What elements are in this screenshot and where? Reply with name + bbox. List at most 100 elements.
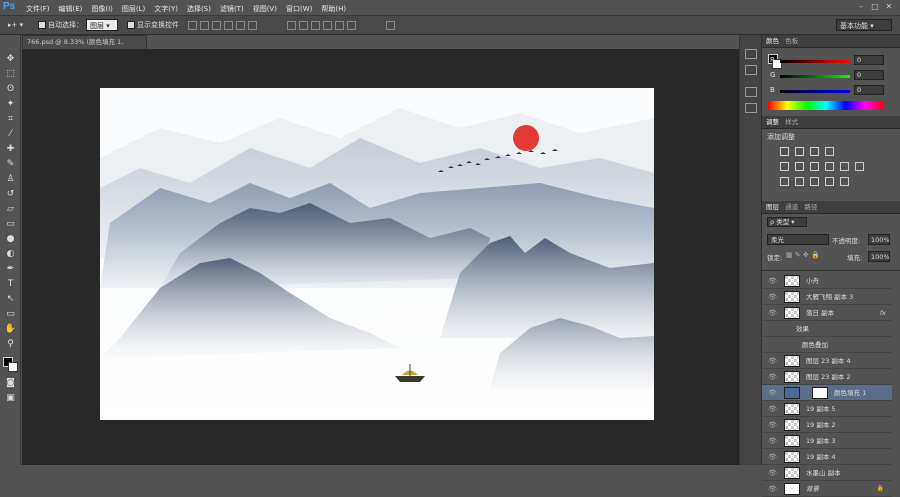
pen-tool-icon[interactable]: ✒ [4,263,17,276]
quick-mask-icon[interactable]: ◙ [4,377,17,390]
green-value-field[interactable]: 0 [854,70,884,80]
visibility-eye-icon[interactable]: 👁 [768,449,777,465]
threshold-icon[interactable] [810,177,819,186]
auto-select-dropdown[interactable]: 图层 ▾ [86,19,118,31]
layer-row[interactable]: 👁 19 副本 2 [762,417,892,433]
magic-wand-tool-icon[interactable]: ✦ [4,98,17,111]
tab-adjustments[interactable]: 调整 [766,118,779,126]
tab-styles[interactable]: 样式 [785,118,798,126]
minimize-icon[interactable]: – [854,2,868,11]
shape-tool-icon[interactable]: ▭ [4,308,17,321]
menu-item[interactable]: 图像(I) [91,4,113,14]
menu-item[interactable]: 文字(Y) [154,4,178,14]
auto-align-icon[interactable] [386,19,398,31]
crop-tool-icon[interactable]: ⌗ [4,113,17,126]
gradient-map-icon[interactable] [825,177,834,186]
screen-mode-icon[interactable]: ▣ [4,392,17,405]
curves-icon[interactable] [810,147,819,156]
visibility-eye-icon[interactable]: 👁 [768,369,777,385]
paragraph-panel-icon[interactable] [745,103,757,113]
eyedropper-tool-icon[interactable]: ⁄ [4,128,17,141]
blue-value-field[interactable]: 0 [854,85,884,95]
workspace-switcher[interactable]: 基本功能 ▾ [836,19,892,31]
healing-brush-tool-icon[interactable]: ✚ [4,143,17,156]
align-left-icon[interactable] [224,20,233,30]
align-vcenter-icon[interactable] [200,20,209,30]
marquee-tool-icon[interactable]: ⬚ [4,68,17,81]
visibility-eye-icon[interactable]: 👁 [768,401,777,417]
posterize-icon[interactable] [795,177,804,186]
close-icon[interactable]: ✕ [882,2,896,11]
layer-fx-badge[interactable]: fx [880,305,886,321]
eraser-tool-icon[interactable]: ▱ [4,203,17,216]
hue-saturation-icon[interactable] [795,162,804,171]
layer-row[interactable]: 👁 水墨山 副本 [762,465,892,481]
lasso-tool-icon[interactable]: ʘ [4,83,17,96]
auto-select-checkbox[interactable]: 自动选择： [38,19,83,31]
tab-paths[interactable]: 路径 [804,203,817,211]
layer-kind-filter[interactable]: ρ 类型 ▾ [767,217,807,227]
character-panel-icon[interactable] [745,87,757,97]
layer-row[interactable]: 👁 小舟 [762,273,892,289]
menu-item[interactable]: 图层(L) [122,4,145,14]
align-hcenter-icon[interactable] [236,20,245,30]
layer-row[interactable]: 👁 图层 23 副本 2 [762,369,892,385]
tab-color[interactable]: 颜色 [766,37,779,45]
history-panel-icon[interactable] [745,49,757,59]
layer-row[interactable]: 👁 图层 23 副本 4 [762,353,892,369]
green-slider[interactable]: G 0 [770,70,890,81]
visibility-eye-icon[interactable]: 👁 [768,305,777,321]
channel-mixer-icon[interactable] [855,162,864,171]
show-transform-checkbox[interactable]: 显示变换控件 [127,19,179,31]
menu-item[interactable]: 帮助(H) [321,4,346,14]
visibility-eye-icon[interactable]: 👁 [768,289,777,305]
tab-channels[interactable]: 通道 [785,203,798,211]
visibility-eye-icon[interactable]: 👁 [768,481,777,497]
visibility-eye-icon[interactable]: 👁 [768,353,777,369]
blue-slider[interactable]: B 0 [770,85,890,96]
brush-tool-icon[interactable]: ✎ [4,158,17,171]
levels-icon[interactable] [795,147,804,156]
opacity-field[interactable]: 100% [868,234,890,245]
selective-color-icon[interactable] [840,177,849,186]
zoom-tool-icon[interactable]: ⚲ [4,338,17,351]
vibrance-icon[interactable] [780,162,789,171]
align-bottom-icon[interactable] [212,20,221,30]
background-color-swatch[interactable] [8,362,18,372]
fill-field[interactable]: 100% [868,251,890,262]
layer-row[interactable]: 👁 19 副本 4 [762,449,892,465]
tab-swatches[interactable]: 色板 [785,37,798,45]
visibility-eye-icon[interactable]: 👁 [768,273,777,289]
document-tab[interactable]: 766.psd @ 8.33% (颜色填充 1, RGB/8) ✕ [22,35,147,59]
black-white-icon[interactable] [825,162,834,171]
invert-icon[interactable] [780,177,789,186]
tab-layers[interactable]: 图层 [766,203,779,211]
layer-row[interactable]: 👁 19 副本 3 [762,433,892,449]
exposure-icon[interactable] [825,147,834,156]
align-right-icon[interactable] [248,20,257,30]
type-tool-icon[interactable]: T [4,278,17,291]
visibility-eye-icon[interactable]: 👁 [768,417,777,433]
menu-item[interactable]: 滤镜(T) [220,4,244,14]
gradient-tool-icon[interactable]: ▭ [4,218,17,231]
brightness-icon[interactable] [780,147,789,156]
visibility-eye-icon[interactable]: 👁 [768,433,777,449]
layer-row[interactable]: 👁 颜色填充 1 [762,385,892,401]
align-buttons[interactable] [188,19,260,31]
photo-filter-icon[interactable] [840,162,849,171]
clone-stamp-tool-icon[interactable]: ♙ [4,173,17,186]
distribute-buttons[interactable] [287,19,359,31]
blur-tool-icon[interactable]: ● [4,233,17,246]
history-brush-tool-icon[interactable]: ↺ [4,188,17,201]
menu-item[interactable]: 视图(V) [253,4,277,14]
blend-mode-select[interactable]: 柔光 [767,234,829,245]
layer-row[interactable]: 颜色叠加 [762,337,892,353]
move-tool-icon[interactable]: ✥ [4,53,17,66]
color-spectrum[interactable] [768,101,884,110]
menu-item[interactable]: 编辑(E) [59,4,83,14]
artwork-canvas[interactable] [100,88,654,420]
layer-row[interactable]: 👁 背景 🔒 [762,481,892,497]
layer-row[interactable]: 👁 大雁飞翔 副本 3 [762,289,892,305]
red-value-field[interactable]: 0 [854,55,884,65]
path-selection-tool-icon[interactable]: ↖ [4,293,17,306]
